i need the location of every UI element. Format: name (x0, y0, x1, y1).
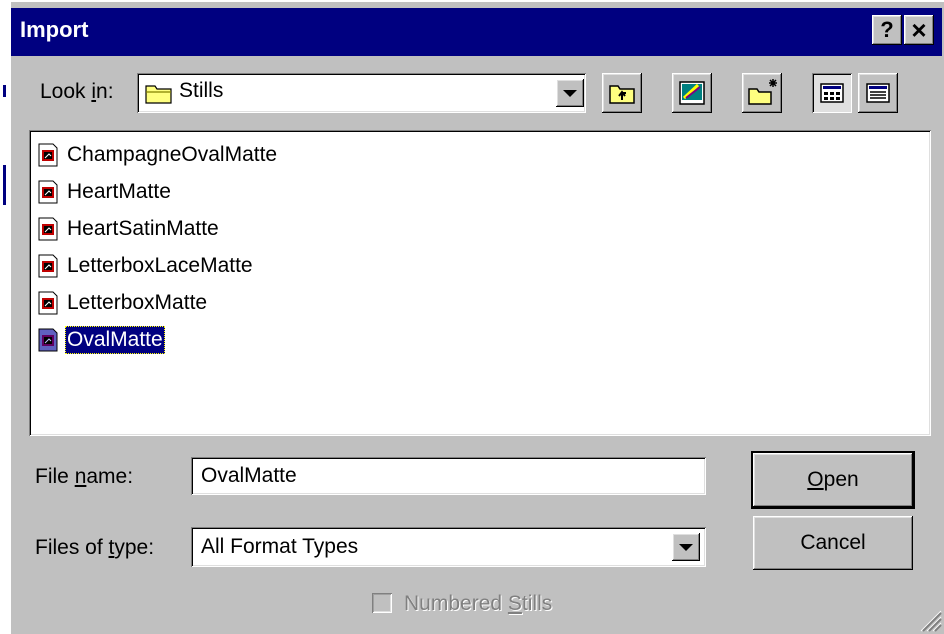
details-view-button[interactable] (858, 73, 898, 113)
image-file-icon (38, 328, 58, 352)
image-file-icon (38, 143, 58, 167)
create-new-folder-button[interactable] (742, 73, 782, 113)
look-in-value: Stills (179, 79, 224, 102)
file-item-heart-satin-matte[interactable]: HeartSatinMatte (37, 213, 221, 245)
up-one-level-button[interactable] (602, 73, 642, 113)
files-of-type-value: All Format Types (201, 535, 359, 558)
files-of-type-dropdown-button[interactable] (672, 533, 700, 561)
edge-mark (3, 165, 6, 205)
file-name-value: OvalMatte (201, 464, 297, 487)
image-file-icon (38, 254, 58, 278)
window-title: Import (20, 17, 89, 42)
file-item-letterbox-lace-matte[interactable]: LetterboxLaceMatte (37, 250, 255, 282)
files-of-type-select[interactable]: All Format Types (191, 527, 706, 567)
image-file-icon (38, 291, 58, 315)
details-view-icon (866, 83, 890, 103)
file-name: OvalMatte (65, 326, 165, 354)
desktop-icon (679, 81, 705, 105)
file-name-input[interactable]: OvalMatte (191, 457, 706, 495)
file-name: HeartSatinMatte (67, 217, 219, 240)
file-name: HeartMatte (67, 180, 171, 203)
list-view-icon (820, 83, 844, 103)
look-in-label: Look in: (40, 80, 114, 103)
file-name-label: File name: (35, 465, 134, 488)
numbered-stills-label: Numbered Stills (404, 592, 553, 615)
file-item-oval-matte-selected[interactable]: OvalMatte (37, 324, 165, 356)
up-one-level-icon (609, 85, 635, 104)
files-of-type-label: Files of type: (35, 536, 155, 559)
desktop-button[interactable] (672, 73, 712, 113)
folder-icon (145, 85, 172, 104)
file-item-heart-matte[interactable]: HeartMatte (37, 176, 173, 208)
image-file-icon (38, 180, 58, 204)
help-button[interactable]: ? (872, 15, 902, 45)
cancel-button[interactable]: Cancel (753, 516, 913, 570)
file-name: LetterboxLaceMatte (67, 254, 253, 277)
file-item-champagne-oval-matte[interactable]: ChampagneOvalMatte (37, 139, 279, 171)
left-edge-strip (0, 0, 9, 634)
chevron-down-icon (679, 543, 693, 551)
close-button[interactable]: × (904, 15, 934, 45)
edge-mark (3, 85, 6, 97)
file-name: LetterboxMatte (67, 291, 208, 314)
image-file-icon (38, 217, 58, 241)
resize-grip-icon[interactable] (916, 606, 942, 632)
file-name: ChampagneOvalMatte (67, 143, 278, 166)
look-in-combo[interactable]: Stills (137, 73, 586, 113)
file-list-items: ChampagneOvalMatte HeartMatte HeartSatin… (29, 130, 931, 436)
open-button[interactable]: Open (753, 453, 913, 507)
look-in-dropdown-button[interactable] (556, 79, 584, 107)
list-view-button[interactable] (812, 73, 852, 113)
title-bar[interactable] (11, 8, 942, 56)
numbered-stills-checkbox[interactable] (372, 593, 392, 613)
chevron-down-icon (563, 89, 577, 97)
file-item-letterbox-matte[interactable]: LetterboxMatte (37, 287, 209, 319)
create-new-folder-icon (748, 79, 777, 105)
